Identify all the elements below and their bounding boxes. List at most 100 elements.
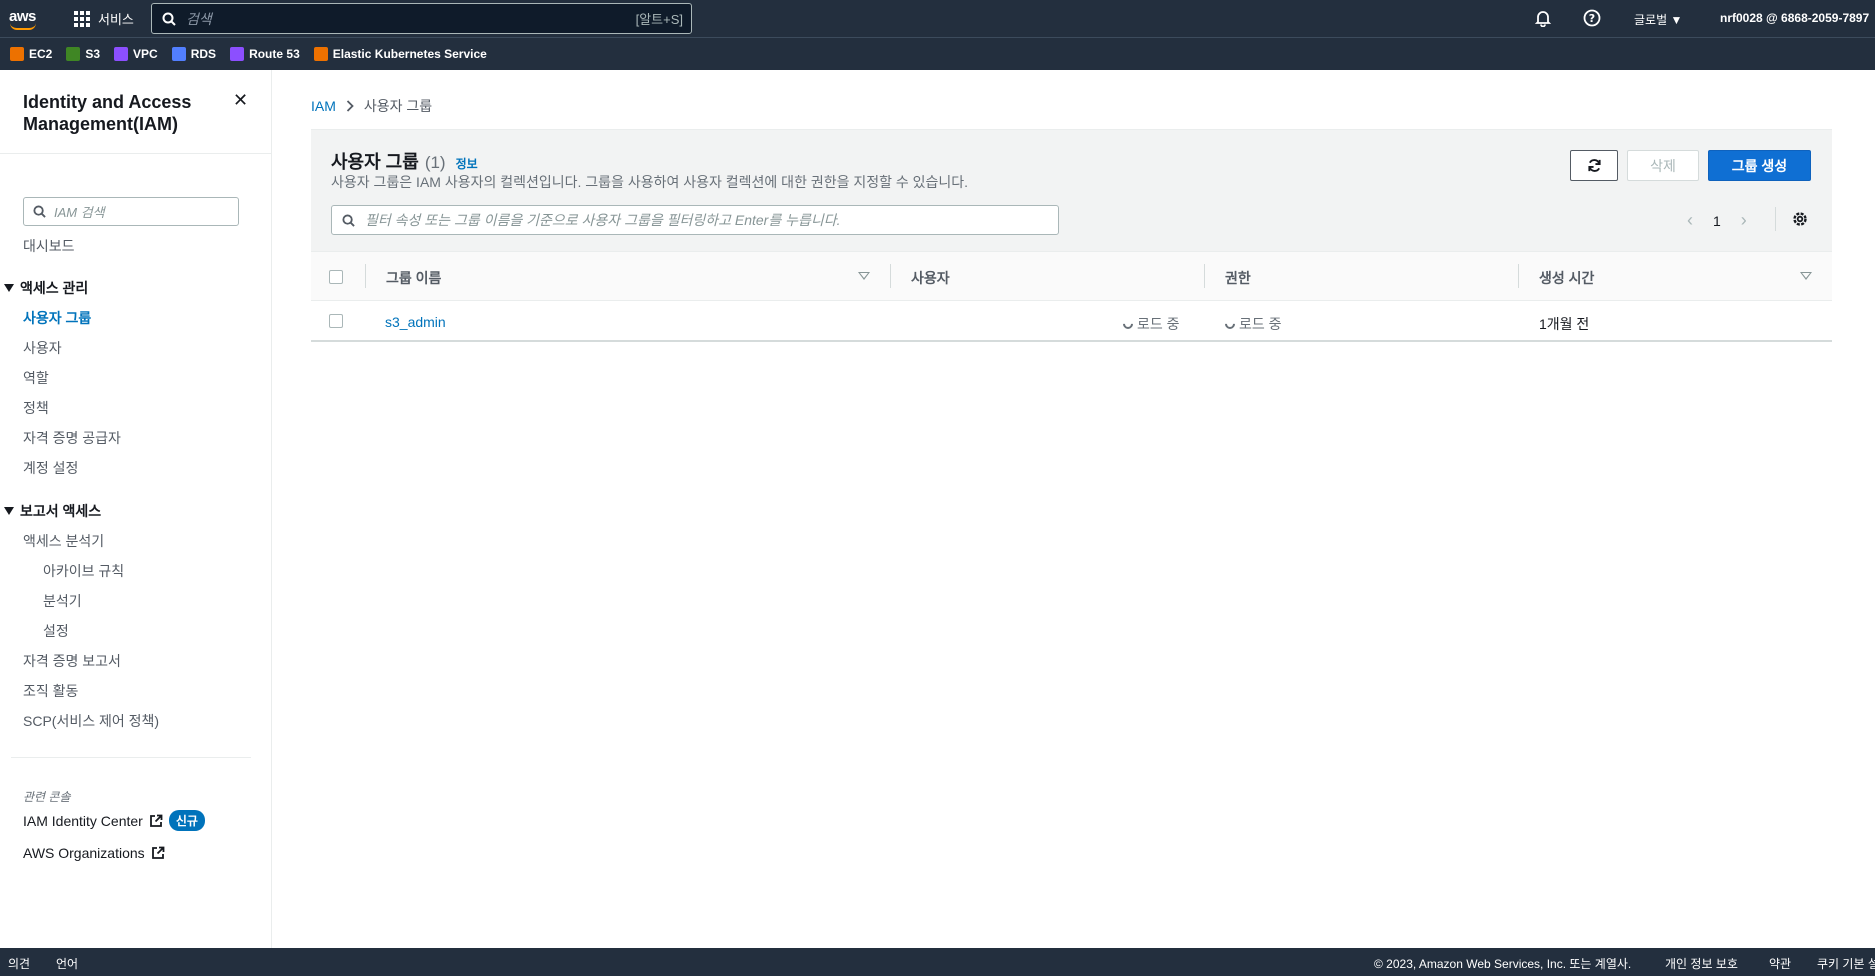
search-icon xyxy=(162,12,176,26)
toolbar-divider xyxy=(1775,207,1776,231)
sidebar-item-dashboard[interactable]: 대시보드 xyxy=(23,236,75,256)
region-selector[interactable]: 글로벌 ▼ xyxy=(1634,11,1682,28)
sidebar-item-scp[interactable]: SCP(서비스 제어 정책) xyxy=(23,711,159,731)
favorite-vpc[interactable]: VPC xyxy=(114,47,158,61)
feedback-link[interactable]: 의견 xyxy=(8,955,30,972)
column-header-users: 사용자 xyxy=(911,270,950,286)
pagination: ‹ 1 › xyxy=(1687,210,1747,231)
sort-icon[interactable] xyxy=(1800,272,1812,280)
favorite-label: Route 53 xyxy=(249,47,300,61)
favorite-ec2[interactable]: EC2 xyxy=(10,47,52,61)
sidebar-search-placeholder: IAM 검색 xyxy=(54,205,105,220)
panel-title: 사용자 그룹 (1) 정보 xyxy=(331,148,478,174)
users-loading-text: 로드 중 xyxy=(1137,316,1180,332)
language-link[interactable]: 언어 xyxy=(56,955,78,972)
breadcrumb-iam-link[interactable]: IAM xyxy=(311,98,336,114)
panel-description: 사용자 그룹은 IAM 사용자의 컬렉션입니다. 그룹을 사용하여 사용자 컬렉… xyxy=(331,174,969,190)
sidebar-item-user-groups[interactable]: 사용자 그룹 xyxy=(23,308,91,328)
grid-icon xyxy=(74,10,90,27)
column-header-permissions: 권한 xyxy=(1225,270,1251,286)
chevron-left-icon[interactable]: ‹ xyxy=(1687,210,1693,231)
users-cell: 로드 중 xyxy=(1120,314,1180,334)
favorite-rds[interactable]: RDS xyxy=(171,47,217,61)
sidebar-item-analyzers[interactable]: 분석기 xyxy=(43,591,82,611)
refresh-icon xyxy=(1587,159,1601,172)
sidebar-search-input[interactable]: IAM 검색 xyxy=(23,197,239,226)
row-checkbox[interactable] xyxy=(329,314,343,328)
loading-spinner-icon xyxy=(1120,316,1136,332)
external-link-icon xyxy=(149,814,163,827)
cookie-preferences-link[interactable]: 쿠키 기본 설정 xyxy=(1817,955,1875,972)
table-header: 그룹 이름 사용자 권한 생성 시간 xyxy=(311,251,1832,301)
favorite-s3[interactable]: S3 xyxy=(66,47,100,61)
sidebar-item-access-analyzer[interactable]: 액세스 분석기 xyxy=(23,531,104,551)
favorite-route53[interactable]: Route 53 xyxy=(230,47,300,61)
breadcrumb-current: 사용자 그룹 xyxy=(363,98,433,114)
create-group-button[interactable]: 그룹 생성 xyxy=(1708,150,1811,181)
gear-icon[interactable] xyxy=(1791,210,1809,233)
favorite-eks[interactable]: Elastic Kubernetes Service xyxy=(313,47,487,61)
new-badge: 신규 xyxy=(168,810,205,831)
aws-logo[interactable]: aws xyxy=(9,8,41,30)
breadcrumb: IAM 사용자 그룹 xyxy=(311,96,432,116)
notifications-bell-icon[interactable] xyxy=(1533,8,1553,28)
aws-organizations-link[interactable]: AWS Organizations xyxy=(23,845,165,861)
creation-time-cell: 1개월 전 xyxy=(1539,316,1590,332)
sidebar-item-settings[interactable]: 설정 xyxy=(43,621,69,641)
user-groups-panel: 사용자 그룹 (1) 정보 사용자 그룹은 IAM 사용자의 컬렉션입니다. 그… xyxy=(311,129,1832,342)
services-menu-button[interactable]: 서비스 xyxy=(74,9,134,28)
sidebar-item-roles[interactable]: 역할 xyxy=(23,368,49,388)
sort-icon[interactable] xyxy=(858,272,870,280)
sidebar-section-access[interactable]: 액세스 관리 xyxy=(4,278,88,298)
copyright-text: © 2023, Amazon Web Services, Inc. 또는 계열사… xyxy=(1374,957,1632,971)
ec2-icon xyxy=(10,47,24,61)
privacy-link[interactable]: 개인 정보 보호 xyxy=(1665,955,1738,972)
account-menu[interactable]: nrf0028 @ 6868-2059-7897 xyxy=(1720,11,1869,25)
sidebar-item-organization-activity[interactable]: 조직 활동 xyxy=(23,681,78,701)
iam-identity-center-link[interactable]: IAM Identity Center 신규 xyxy=(23,810,205,831)
close-icon[interactable]: ✕ xyxy=(233,90,248,111)
delete-button[interactable]: 삭제 xyxy=(1627,150,1699,181)
table-row: s3_admin 로드 중 로드 중 1개월 전 xyxy=(311,301,1832,342)
sidebar-item-account-settings[interactable]: 계정 설정 xyxy=(23,458,78,478)
sidebar-section-access-label: 액세스 관리 xyxy=(20,280,89,296)
column-divider xyxy=(1204,264,1205,288)
sidebar-title[interactable]: Identity and Access Management(IAM) xyxy=(23,91,223,135)
panel-header: 사용자 그룹 (1) 정보 사용자 그룹은 IAM 사용자의 컬렉션입니다. 그… xyxy=(311,130,1832,251)
filter-input[interactable]: 필터 속성 또는 그룹 이름을 기준으로 사용자 그룹을 필터링하고 Enter… xyxy=(331,205,1059,235)
favorite-label: RDS xyxy=(190,47,217,61)
sidebar-item-policies[interactable]: 정책 xyxy=(23,398,49,418)
aws-organizations-label: AWS Organizations xyxy=(23,845,145,861)
filter-placeholder: 필터 속성 또는 그룹 이름을 기준으로 사용자 그룹을 필터링하고 Enter… xyxy=(365,212,841,228)
iam-identity-center-label: IAM Identity Center xyxy=(23,812,143,829)
column-header-creation-time[interactable]: 생성 시간 xyxy=(1539,268,1594,288)
terms-link[interactable]: 약관 xyxy=(1769,955,1791,972)
favorite-label: VPC xyxy=(133,47,158,61)
group-name-link[interactable]: s3_admin xyxy=(385,314,446,330)
aws-smile-icon xyxy=(10,23,36,30)
sidebar-item-credential-report[interactable]: 자격 증명 보고서 xyxy=(23,651,121,671)
permissions-cell: 로드 중 xyxy=(1222,314,1282,334)
sidebar-item-identity-providers[interactable]: 자격 증명 공급자 xyxy=(23,428,121,448)
select-all-checkbox[interactable] xyxy=(329,270,343,284)
page-number[interactable]: 1 xyxy=(1713,213,1721,229)
search-placeholder: 검색 xyxy=(186,10,212,27)
chevron-right-icon[interactable]: › xyxy=(1741,210,1747,231)
eks-icon xyxy=(313,47,328,61)
global-search-input[interactable]: 검색 [알트+S] xyxy=(151,3,692,34)
column-header-group-name[interactable]: 그룹 이름 xyxy=(386,268,441,288)
loading-spinner-icon xyxy=(1222,316,1238,332)
sidebar-item-users[interactable]: 사용자 xyxy=(23,338,62,358)
favorite-label: Elastic Kubernetes Service xyxy=(332,47,487,61)
info-link[interactable]: 정보 xyxy=(456,155,478,172)
search-icon xyxy=(33,205,46,218)
refresh-button[interactable] xyxy=(1570,150,1618,181)
route53-icon xyxy=(230,47,245,61)
panel-title-text: 사용자 그룹 xyxy=(331,152,419,172)
help-icon[interactable]: ? xyxy=(1582,8,1602,28)
rds-icon xyxy=(171,47,186,61)
chevron-right-icon xyxy=(346,100,354,112)
sidebar-item-archive-rules[interactable]: 아카이브 규칙 xyxy=(43,561,124,581)
svg-text:?: ? xyxy=(1589,12,1595,25)
sidebar-section-reports[interactable]: 보고서 액세스 xyxy=(4,501,101,521)
